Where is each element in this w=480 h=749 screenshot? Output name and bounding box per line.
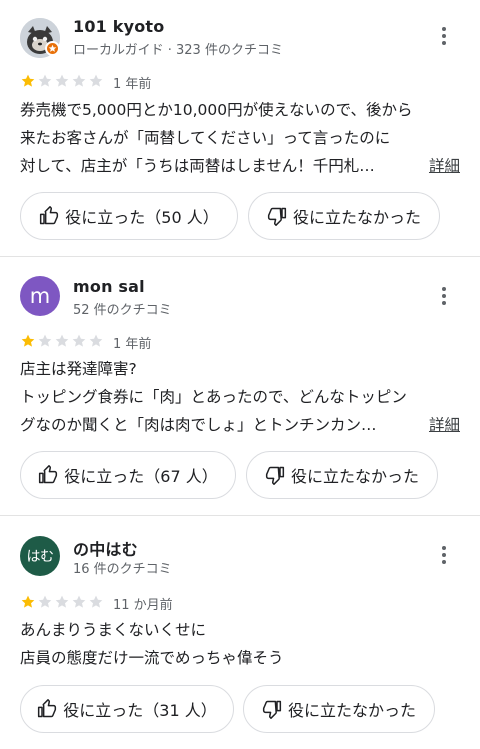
- not-helpful-button[interactable]: 役に立たなかった: [246, 451, 438, 499]
- star-filled-icon: [21, 595, 35, 608]
- star-empty-icon: [38, 334, 52, 347]
- review-text-line: 店員の態度だけ一流でめっちゃ偉そう: [20, 649, 284, 667]
- review-text-line: 来たお客さんが「両替してください」って言ったのに: [20, 129, 391, 147]
- star-rating: [20, 73, 104, 89]
- thumb-up-icon: [38, 699, 57, 718]
- thumb-down-icon: [262, 700, 282, 719]
- more-vert-icon[interactable]: [436, 24, 452, 48]
- star-empty-icon: [55, 334, 69, 347]
- reviewer-meta: 16 件のクチコミ: [73, 562, 172, 577]
- more-vert-icon[interactable]: [436, 284, 452, 308]
- helpful-button[interactable]: 役に立った（31 人）: [20, 685, 234, 733]
- reviewer-meta: 52 件のクチコミ: [73, 303, 172, 318]
- reviewer-name[interactable]: mon sal: [73, 277, 145, 296]
- star-empty-icon: [55, 595, 69, 608]
- not-helpful-label: 役に立たなかった: [290, 467, 419, 486]
- read-more-link[interactable]: 詳細: [429, 152, 460, 180]
- star-empty-icon: [72, 595, 86, 608]
- star-empty-icon: [38, 595, 52, 608]
- star-rating: [20, 594, 104, 610]
- reviewer-meta: ローカルガイド · 323 件のクチコミ: [73, 43, 283, 58]
- helpful-label: 役に立った（67 人）: [64, 467, 218, 486]
- review-text-line: 券売機で5,000円とか10,000円が使えないので、後から: [20, 101, 413, 119]
- more-vert-icon[interactable]: [436, 543, 452, 567]
- not-helpful-button[interactable]: 役に立たなかった: [248, 192, 440, 240]
- review-time: 11 か月前: [113, 598, 173, 613]
- review-text-line: 対して、店主が「うちは両替はしません！千円札…: [20, 157, 375, 175]
- review-text-line: 店主は発達障害?: [20, 360, 137, 378]
- star-empty-icon: [72, 74, 86, 87]
- local-guide-star-icon: [45, 41, 60, 56]
- star-filled-icon: [21, 74, 35, 87]
- avatar[interactable]: m: [20, 276, 60, 316]
- helpful-button[interactable]: 役に立った（50 人）: [20, 192, 238, 240]
- star-filled-icon: [21, 334, 35, 347]
- reviewer-name[interactable]: 101 kyoto: [73, 17, 164, 36]
- thumb-down-icon: [265, 466, 285, 485]
- review-text-line: トッピング食券に「肉」とあったので、どんなトッピン: [20, 388, 407, 406]
- not-helpful-label: 役に立たなかった: [287, 701, 416, 720]
- not-helpful-label: 役に立たなかった: [292, 208, 421, 227]
- reviewer-name[interactable]: の中はむ: [73, 536, 138, 560]
- helpful-label: 役に立った（31 人）: [63, 701, 217, 720]
- read-more-link[interactable]: 詳細: [429, 411, 460, 439]
- helpful-button[interactable]: 役に立った（67 人）: [20, 451, 236, 499]
- star-rating: [20, 333, 104, 349]
- thumb-up-icon: [40, 206, 59, 225]
- star-empty-icon: [89, 595, 103, 608]
- helpful-label: 役に立った（50 人）: [65, 208, 219, 227]
- thumb-up-icon: [39, 465, 58, 484]
- review-card: 101 kyoto ローカルガイド · 323 件のクチコミ 1 年前 券売機で…: [0, 0, 480, 257]
- thumb-down-icon: [267, 207, 287, 226]
- star-empty-icon: [89, 334, 103, 347]
- not-helpful-button[interactable]: 役に立たなかった: [243, 685, 435, 733]
- star-empty-icon: [72, 334, 86, 347]
- review-time: 1 年前: [113, 337, 152, 352]
- star-empty-icon: [89, 74, 103, 87]
- review-text-line: グなのか聞くと「肉は肉でしょ」とトンチンカン…: [20, 416, 377, 434]
- avatar[interactable]: はむ: [20, 536, 60, 576]
- star-empty-icon: [55, 74, 69, 87]
- review-card: m mon sal 52 件のクチコミ 1 年前 店主は発達障害? トッピング食…: [0, 257, 480, 515]
- review-text-line: あんまりうまくないくせに: [20, 621, 207, 639]
- review-card: はむ の中はむ 16 件のクチコミ 11 か月前 あんまりうまくないくせに 店員…: [0, 516, 480, 749]
- review-time: 1 年前: [113, 77, 152, 92]
- star-empty-icon: [38, 74, 52, 87]
